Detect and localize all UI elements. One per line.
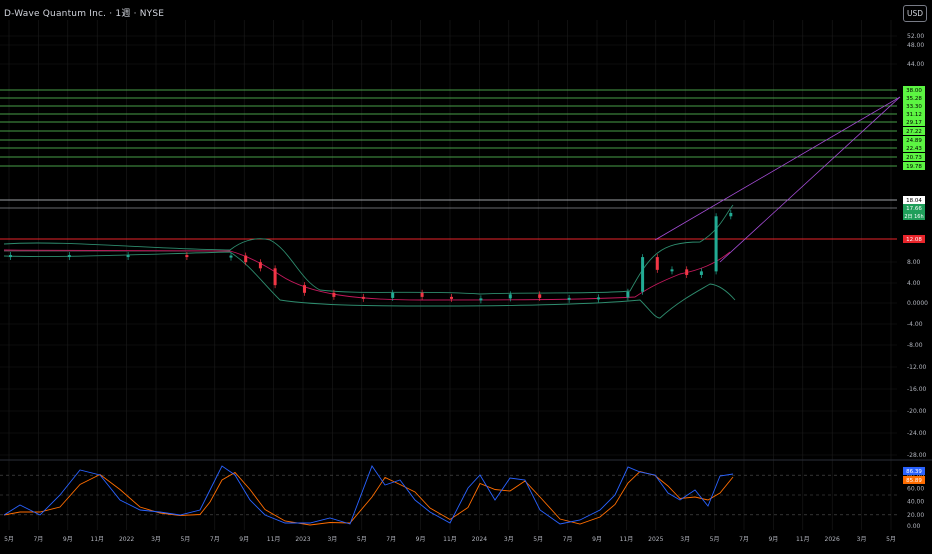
candle xyxy=(273,268,277,286)
x-tick-label: 2026 xyxy=(825,536,840,543)
level-tag-label: 31.12 xyxy=(906,112,922,118)
x-tick-label: 11月 xyxy=(90,536,104,543)
x-tick-label: 7月 xyxy=(386,536,396,543)
candle xyxy=(391,292,395,298)
y-tick-label: 44.00 xyxy=(907,61,924,68)
y-tick-label: -24.00 xyxy=(907,430,927,437)
red-level-label: 12.08 xyxy=(906,237,922,243)
x-tick-label: 9月 xyxy=(63,536,73,543)
x-tick-label: 7月 xyxy=(563,536,573,543)
chart-container[interactable]: 52.00 48.00 44.00 8.00 4.00 0.0000 -4.00 -8.00 -… xyxy=(0,0,932,550)
candle xyxy=(597,297,600,300)
countdown-label: 2日 16h xyxy=(904,214,923,220)
candle xyxy=(258,262,262,269)
currency-button[interactable]: USD xyxy=(903,5,927,22)
level-tag-label: 19.78 xyxy=(906,164,922,170)
stoch-d-label: 85.89 xyxy=(906,478,922,484)
level-tag-label: 18.04 xyxy=(906,198,922,204)
candle xyxy=(641,257,645,292)
y-tick-label: 4.00 xyxy=(907,280,921,287)
y-tick-label: -28.00 xyxy=(907,452,927,459)
bollinger-upper xyxy=(3,204,734,295)
y-tick-label: -16.00 xyxy=(907,386,927,393)
y-tick-label: -4.00 xyxy=(907,321,923,328)
candle xyxy=(714,216,718,272)
x-tick-label: 11月 xyxy=(796,536,810,543)
level-tag-label: 33.30 xyxy=(906,104,922,110)
level-tag-label: 38.00 xyxy=(906,88,922,94)
candle xyxy=(699,271,703,275)
level-tag-label: 22.43 xyxy=(906,146,922,152)
symbol-title: D-Wave Quantum Inc. · 1週 · NYSE xyxy=(4,9,165,19)
candle xyxy=(479,298,483,301)
x-tick-label: 9月 xyxy=(592,536,602,543)
candle xyxy=(450,296,453,299)
x-tick-label: 5月 xyxy=(710,536,720,543)
candle xyxy=(185,255,189,258)
y-tick-label: -8.00 xyxy=(907,342,923,349)
x-tick-label: 5月 xyxy=(357,536,367,543)
candle xyxy=(567,297,571,300)
level-tag-label: 27.22 xyxy=(906,129,922,135)
stoch-d-line xyxy=(3,470,734,526)
candle xyxy=(361,296,365,299)
y-tick-label: -12.00 xyxy=(907,364,927,371)
x-tick-label: 9月 xyxy=(239,536,249,543)
x-tick-label: 11月 xyxy=(620,536,634,543)
x-tick-label: 7月 xyxy=(33,536,43,543)
candle xyxy=(626,291,630,298)
candle xyxy=(67,255,71,258)
x-tick-label: 2023 xyxy=(295,536,310,543)
candle xyxy=(685,269,689,275)
trendline-upper xyxy=(654,96,901,241)
x-tick-label: 7月 xyxy=(739,536,749,543)
y-tick-label: -20.00 xyxy=(907,408,927,415)
x-tick-label: 3月 xyxy=(327,536,337,543)
y-tick-label: 0.0000 xyxy=(907,300,928,307)
candle xyxy=(244,255,248,263)
x-tick-label: 7月 xyxy=(210,536,220,543)
osc-tick-label: 60.00 xyxy=(907,485,924,492)
x-tick-label: 3月 xyxy=(151,536,161,543)
x-tick-label: 5月 xyxy=(4,536,14,543)
y-tick-label: 52.00 xyxy=(907,33,924,40)
x-tick-label: 2022 xyxy=(119,536,134,543)
level-tag-label: 29.17 xyxy=(906,120,922,126)
candle xyxy=(332,292,336,297)
candle xyxy=(655,257,659,270)
x-tick-label: 11月 xyxy=(267,536,281,543)
y-tick-label: 48.00 xyxy=(907,42,924,49)
candle xyxy=(303,285,306,293)
x-tick-label: 3月 xyxy=(504,536,514,543)
x-tick-label: 9月 xyxy=(416,536,426,543)
osc-tick-label: 20.00 xyxy=(907,512,924,519)
candle xyxy=(538,294,542,298)
price-tag-label: 17.66 xyxy=(906,206,922,212)
candle xyxy=(420,292,424,297)
x-tick-label: 3月 xyxy=(857,536,867,543)
chart-canvas[interactable]: 52.00 48.00 44.00 8.00 4.00 0.0000 -4.00 -8.00 -… xyxy=(0,0,932,550)
x-tick-label: 11月 xyxy=(443,536,457,543)
candle xyxy=(229,255,233,258)
candle xyxy=(126,255,130,258)
x-tick-label: 5月 xyxy=(180,536,190,543)
x-tick-label: 9月 xyxy=(768,536,778,543)
candle xyxy=(508,294,512,299)
candle xyxy=(9,255,12,258)
osc-tick-label: 40.00 xyxy=(907,499,924,506)
x-tick-label: 2024 xyxy=(472,536,487,543)
level-tag-label: 24.89 xyxy=(906,138,922,144)
candle xyxy=(729,212,733,217)
level-tag-label: 35.28 xyxy=(906,96,922,102)
candle xyxy=(670,269,674,272)
x-tick-label: 2025 xyxy=(648,536,663,543)
level-tag-label: 20.73 xyxy=(906,155,922,161)
y-tick-label: 8.00 xyxy=(907,259,921,266)
x-tick-label: 5月 xyxy=(533,536,543,543)
osc-tick-label: 0.00 xyxy=(907,523,921,530)
x-tick-label: 5月 xyxy=(886,536,896,543)
stoch-k-label: 86.39 xyxy=(906,469,922,475)
x-tick-label: 3月 xyxy=(680,536,690,543)
